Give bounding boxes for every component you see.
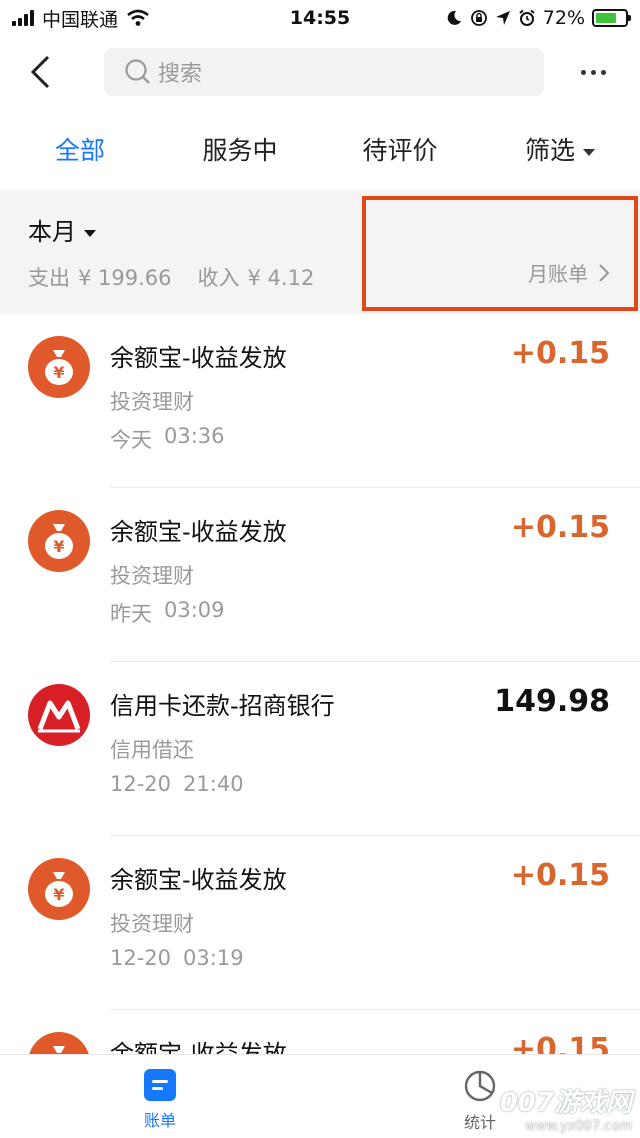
money-bag-icon: ¥ <box>28 1032 90 1054</box>
transaction-time: 昨天 03:09 <box>110 598 225 626</box>
filter-tabs: 全部 服务中 待评价 筛选 <box>0 108 640 190</box>
cmb-bank-logo-icon <box>28 684 90 746</box>
tab-in-service[interactable]: 服务中 <box>160 131 320 167</box>
transaction-title: 信用卡还款-招商银行 <box>110 692 335 720</box>
tab-bills[interactable]: 账单 <box>120 1069 200 1131</box>
moon-icon <box>447 10 461 25</box>
back-button[interactable] <box>0 36 80 108</box>
battery-charging-icon <box>592 9 631 27</box>
highlight-annotation-box <box>362 196 638 311</box>
signal-icon <box>12 10 34 26</box>
pie-chart-icon <box>464 1070 496 1102</box>
alarm-icon <box>519 9 535 26</box>
caret-down-icon <box>84 229 96 237</box>
list-item[interactable]: ¥ 余额宝-收益发放 投资理财 12-20 03:19 +0.15 <box>0 836 640 1010</box>
carrier-name: 中国联通 <box>42 8 119 31</box>
transaction-amount: +0.15 <box>510 510 610 545</box>
more-dots-icon[interactable] <box>568 54 618 90</box>
svg-text:¥: ¥ <box>53 363 64 382</box>
status-right: 72% <box>445 7 631 29</box>
search-input[interactable]: 搜索 <box>104 48 544 96</box>
transaction-title: 余额宝-收益发放 <box>110 1040 287 1054</box>
list-item[interactable]: ¥ 余额宝-收益发放 投资理财 今天 03:36 +0.15 <box>0 314 640 488</box>
wifi-icon <box>127 9 149 26</box>
transaction-time: 12-20 21:40 <box>110 772 244 796</box>
transaction-time: 今天 03:36 <box>110 424 225 452</box>
transaction-title: 余额宝-收益发放 <box>110 866 287 894</box>
tab-filter[interactable]: 筛选 <box>480 131 640 167</box>
list-item[interactable]: 信用卡还款-招商银行 信用借还 12-20 21:40 149.98 <box>0 662 640 836</box>
location-icon <box>495 11 510 25</box>
battery-percent: 72% <box>542 7 585 29</box>
transaction-amount: +0.15 <box>510 336 610 371</box>
svg-text:¥: ¥ <box>53 537 64 556</box>
transaction-time: 12-20 03:19 <box>110 946 244 970</box>
monthly-bill-link[interactable]: 月账单 <box>528 258 610 287</box>
transaction-category: 投资理财 <box>110 912 194 936</box>
status-bar: 中国联通 14:55 72% <box>0 0 640 36</box>
money-bag-icon: ¥ <box>28 510 90 572</box>
transaction-category: 投资理财 <box>110 390 194 414</box>
transaction-title: 余额宝-收益发放 <box>110 518 287 546</box>
caret-down-icon <box>583 148 595 156</box>
list-item[interactable]: ¥ 余额宝-收益发放 投资理财 昨天 03:09 +0.15 <box>0 488 640 662</box>
money-bag-icon: ¥ <box>28 858 90 920</box>
transaction-title: 余额宝-收益发放 <box>110 344 287 372</box>
svg-text:¥: ¥ <box>53 885 64 904</box>
orientation-lock-icon <box>470 10 487 26</box>
money-bag-icon: ¥ <box>28 336 90 398</box>
watermark-logo: 007游戏网 www.yx007.com <box>499 1088 632 1134</box>
month-selector[interactable]: 本月 <box>28 212 96 247</box>
back-arrow-icon <box>30 55 50 89</box>
transaction-list: ¥ 余额宝-收益发放 投资理财 今天 03:36 +0.15 ¥ 余额宝-收益发放… <box>0 314 640 1054</box>
expense-total: 支出 ¥ 199.66 <box>28 266 172 290</box>
transaction-amount: +0.15 <box>510 1032 610 1054</box>
tab-all[interactable]: 全部 <box>0 131 160 167</box>
month-totals: 支出 ¥ 199.66 收入 ¥ 4.12 <box>28 262 314 292</box>
bills-icon <box>144 1069 176 1101</box>
list-item[interactable]: ¥ 余额宝-收益发放 +0.15 <box>0 1010 640 1054</box>
search-icon <box>125 59 150 84</box>
chevron-right-icon <box>599 263 610 282</box>
transaction-category: 投资理财 <box>110 564 194 588</box>
income-total: 收入 ¥ 4.12 <box>197 266 315 290</box>
transaction-amount: +0.15 <box>510 858 610 893</box>
top-navigation: 搜索 <box>0 36 640 108</box>
search-placeholder: 搜索 <box>158 62 203 87</box>
transaction-amount: 149.98 <box>494 684 610 719</box>
status-left: 中国联通 <box>12 5 150 32</box>
tab-to-review[interactable]: 待评价 <box>320 131 480 167</box>
transaction-category: 信用借还 <box>110 738 194 762</box>
